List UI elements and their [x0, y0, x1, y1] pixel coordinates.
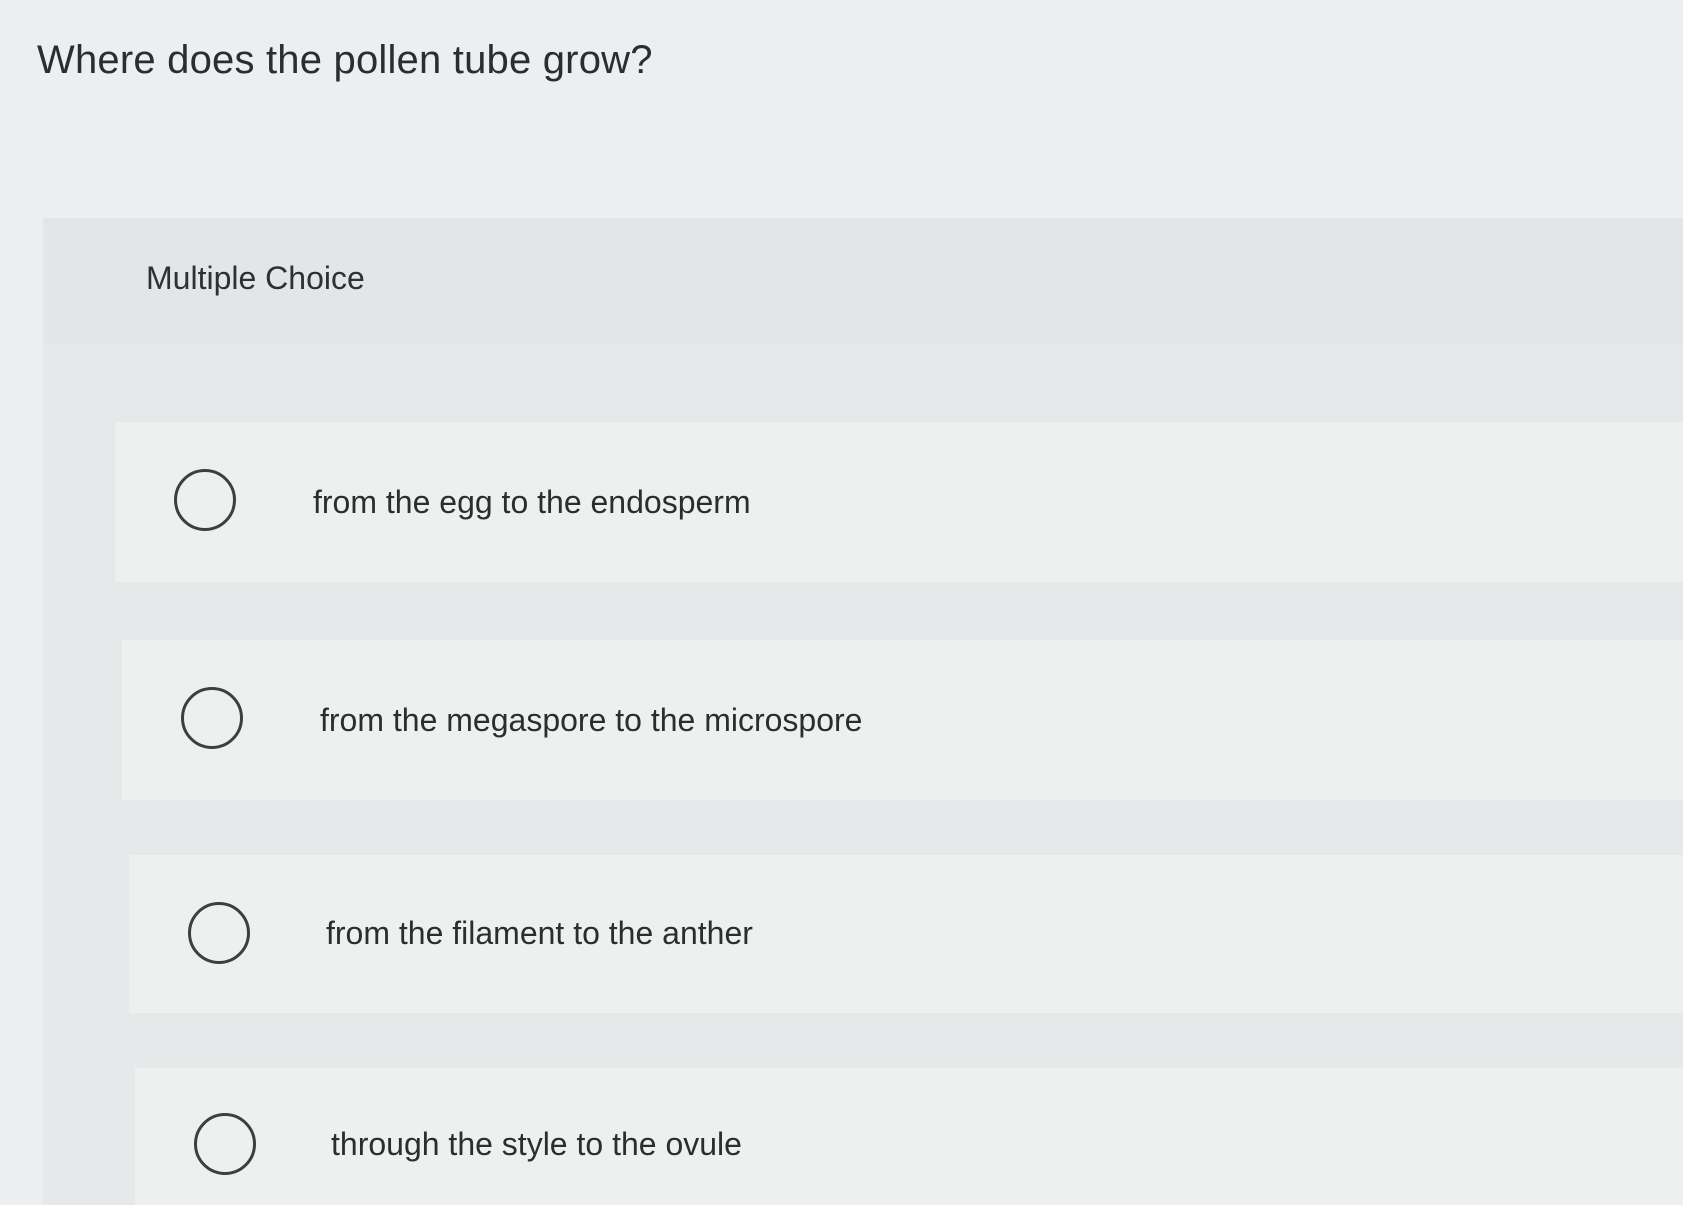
- question-type-label: Multiple Choice: [146, 260, 365, 296]
- radio-button-4[interactable]: [194, 1113, 256, 1175]
- radio-button-3[interactable]: [188, 902, 250, 964]
- answer-option-2[interactable]: from the megaspore to the microspore: [122, 640, 1683, 800]
- option-label-4: through the style to the ovule: [331, 1126, 742, 1162]
- answer-option-1[interactable]: from the egg to the endosperm: [115, 422, 1683, 582]
- answer-option-4[interactable]: through the style to the ovule: [135, 1068, 1683, 1205]
- radio-button-2[interactable]: [181, 687, 243, 749]
- option-label-3: from the filament to the anther: [326, 915, 753, 951]
- question-title: Where does the pollen tube grow?: [37, 38, 653, 82]
- option-label-1: from the egg to the endosperm: [313, 484, 751, 520]
- radio-button-1[interactable]: [174, 469, 236, 531]
- option-label-2: from the megaspore to the microspore: [320, 702, 863, 738]
- answer-option-3[interactable]: from the filament to the anther: [129, 855, 1683, 1013]
